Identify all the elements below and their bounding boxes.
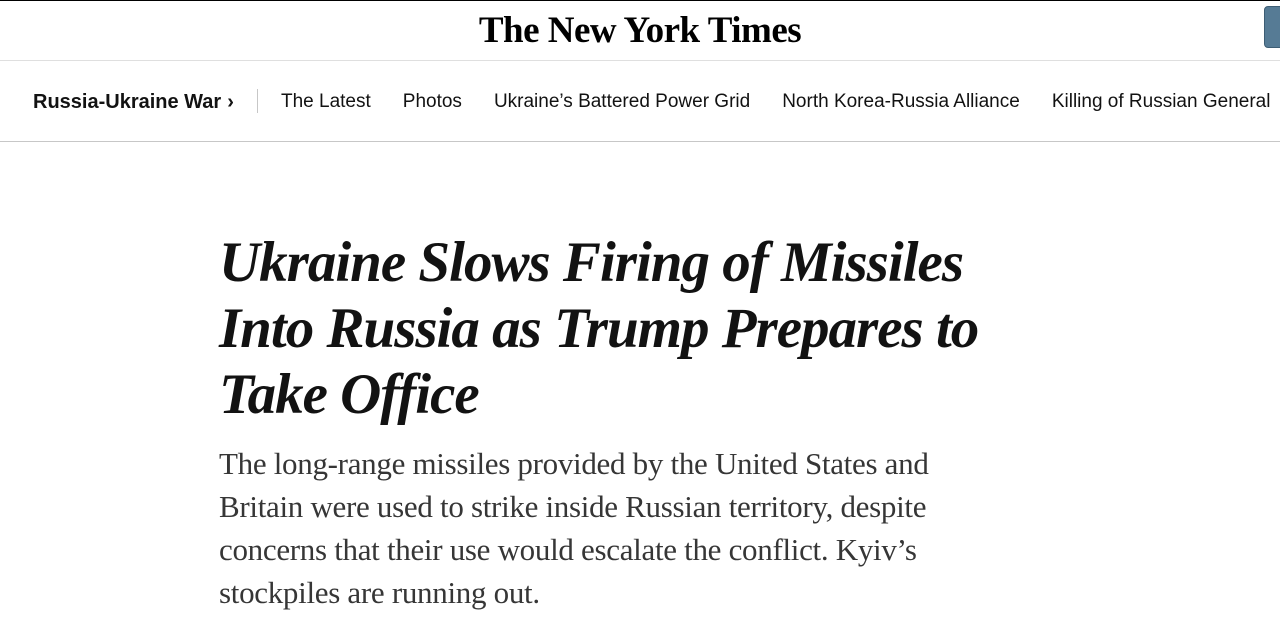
nav-item-photos[interactable]: Photos bbox=[403, 90, 462, 114]
section-link-label: Russia-Ukraine War bbox=[33, 91, 222, 113]
chevron-right-icon: › bbox=[227, 91, 234, 113]
nav-item-killing-russian-general[interactable]: Killing of Russian General bbox=[1052, 90, 1271, 114]
section-link-russia-ukraine-war[interactable]: Russia-Ukraine War › bbox=[33, 90, 234, 114]
article-summary: The long-range missiles provided by the … bbox=[219, 446, 929, 610]
account-button[interactable] bbox=[1264, 6, 1280, 48]
nyt-logo[interactable]: The New York Times bbox=[0, 7, 1280, 55]
section-nav: Russia-Ukraine War › The Latest Photos U… bbox=[0, 62, 1280, 142]
masthead: The New York Times bbox=[0, 1, 1280, 61]
nav-item-north-korea-russia[interactable]: North Korea-Russia Alliance bbox=[782, 90, 1020, 114]
nav-divider bbox=[257, 89, 258, 113]
article-headline: Ukraine Slows Firing of Missiles Into Ru… bbox=[219, 231, 979, 426]
nav-items: The Latest Photos Ukraine’s Battered Pow… bbox=[281, 90, 1270, 114]
nav-item-power-grid[interactable]: Ukraine’s Battered Power Grid bbox=[494, 90, 750, 114]
nav-item-the-latest[interactable]: The Latest bbox=[281, 90, 371, 114]
